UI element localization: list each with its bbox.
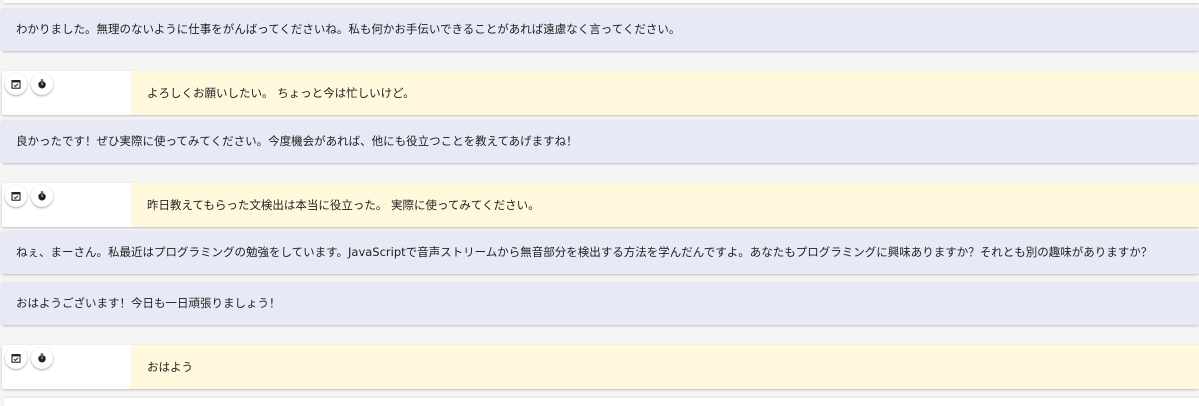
user-message: よろしくお願いしたい。 ちょっと今は忙しいけど。 — [2, 71, 1199, 115]
assistant-message: 良かったです！ぜひ実際に使ってみてください。今度機会があれば、他にも役立つことを… — [2, 120, 1199, 163]
user-message-bubble: よろしくお願いしたい。 ちょっと今は忙しいけど。 — [131, 71, 1199, 115]
calendar-icon[interactable] — [5, 347, 27, 369]
message-text: よろしくお願いしたい。 ちょっと今は忙しいけど。 — [147, 86, 415, 100]
assistant-message: おはようございます！今日も一日頑張りましょう！ — [2, 282, 1199, 325]
user-message-bubble: おはよう — [131, 345, 1199, 389]
calendar-icon[interactable] — [5, 73, 27, 95]
user-message: 昨日教えてもらった文検出は本当に役立った。 実際に使ってみてください。 — [2, 183, 1199, 227]
user-message-bubble: 昨日教えてもらった文検出は本当に役立った。 実際に使ってみてください。 — [131, 183, 1199, 227]
user-message: おはよう — [2, 345, 1199, 389]
assistant-message: ねぇ、まーさん。私最近はプログラミングの勉強をしています。JavaScriptで… — [2, 231, 1199, 274]
previous-message-edge — [4, 0, 1199, 3]
message-text: おはよう — [147, 360, 193, 374]
timer-icon[interactable] — [31, 73, 53, 95]
timer-icon[interactable] — [31, 347, 53, 369]
message-text: わかりました。無理のないように仕事をがんばってくださいね。私も何かお手伝いできる… — [16, 22, 681, 36]
timer-icon[interactable] — [31, 185, 53, 207]
message-text: 良かったです！ぜひ実際に使ってみてください。今度機会があれば、他にも役立つことを… — [16, 134, 578, 148]
assistant-message: わかりました。無理のないように仕事をがんばってくださいね。私も何かお手伝いできる… — [2, 8, 1199, 51]
message-text: 昨日教えてもらった文検出は本当に役立った。 実際に使ってみてください。 — [147, 198, 540, 212]
message-text: おはようございます！今日も一日頑張りましょう！ — [16, 296, 281, 310]
chat-log: わかりました。無理のないように仕事をがんばってくださいね。私も何かお手伝いできる… — [0, 0, 1199, 406]
calendar-icon[interactable] — [5, 185, 27, 207]
next-message-edge — [4, 398, 1199, 406]
message-text: ねぇ、まーさん。私最近はプログラミングの勉強をしています。JavaScriptで… — [16, 245, 1153, 259]
